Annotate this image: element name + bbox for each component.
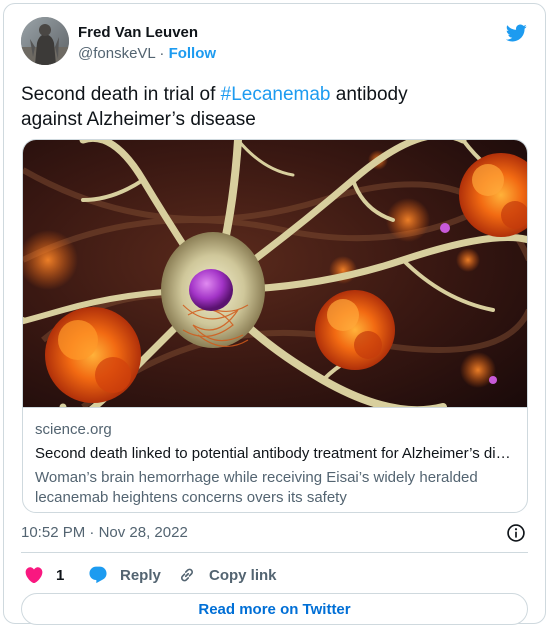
author-handle[interactable]: @fonskeVL — [78, 45, 155, 62]
tweet-timestamp[interactable]: 10:52 PM · Nov 28, 2022 — [21, 524, 188, 541]
link-title: Second death linked to potential antibod… — [35, 445, 517, 462]
link-chain-icon — [181, 568, 193, 582]
tweet-text-part: antibody — [330, 84, 408, 105]
heart-icon — [25, 567, 43, 584]
tweet-embed-card: Fred Van Leuven @fonskeVL · Follow Secon… — [3, 3, 546, 625]
author-handle-row: @fonskeVL · Follow — [78, 45, 216, 62]
link-domain: science.org — [35, 421, 112, 438]
neuron-amyloid-plaque-illustration — [23, 140, 527, 424]
like-button[interactable]: 1 — [24, 563, 64, 587]
link-description: Woman’s brain hemorrhage while receiving… — [35, 469, 478, 506]
timestamp-separator: · — [89, 524, 95, 541]
twitter-bird-icon[interactable] — [503, 22, 529, 44]
reply-label: Reply — [120, 566, 161, 584]
tweet-actions: 1 Reply Copy link — [21, 563, 528, 587]
handle-separator: · — [159, 45, 165, 62]
avatar-photo — [21, 17, 69, 65]
link-preview-card[interactable]: science.org Second death linked to poten… — [22, 139, 528, 513]
link-preview-image[interactable] — [23, 140, 527, 424]
tweet-text-part: Second death in trial of — [21, 84, 221, 105]
reply-bubble-icon — [89, 566, 107, 584]
copy-link-button[interactable]: Copy link — [177, 563, 277, 587]
like-count: 1 — [56, 566, 65, 584]
tweet-time: 10:52 PM — [21, 524, 86, 541]
read-more-button[interactable]: Read more on Twitter — [21, 593, 528, 625]
hashtag-link[interactable]: #Lecanemab — [221, 84, 331, 105]
author-name[interactable]: Fred Van Leuven — [78, 24, 198, 41]
reply-button[interactable]: Reply — [88, 563, 161, 587]
tweet-date: Nov 28, 2022 — [98, 524, 188, 541]
link-preview-text[interactable]: science.org Second death linked to poten… — [23, 407, 527, 512]
copy-link-label: Copy link — [209, 566, 277, 584]
tweet-text-part: against Alzheimer’s disease — [21, 109, 256, 130]
avatar[interactable] — [21, 17, 69, 65]
tweet-text: Second death in trial of #Lecanemab anti… — [21, 82, 526, 132]
follow-button[interactable]: Follow — [169, 45, 217, 62]
divider — [21, 552, 528, 553]
info-icon[interactable] — [506, 523, 526, 543]
